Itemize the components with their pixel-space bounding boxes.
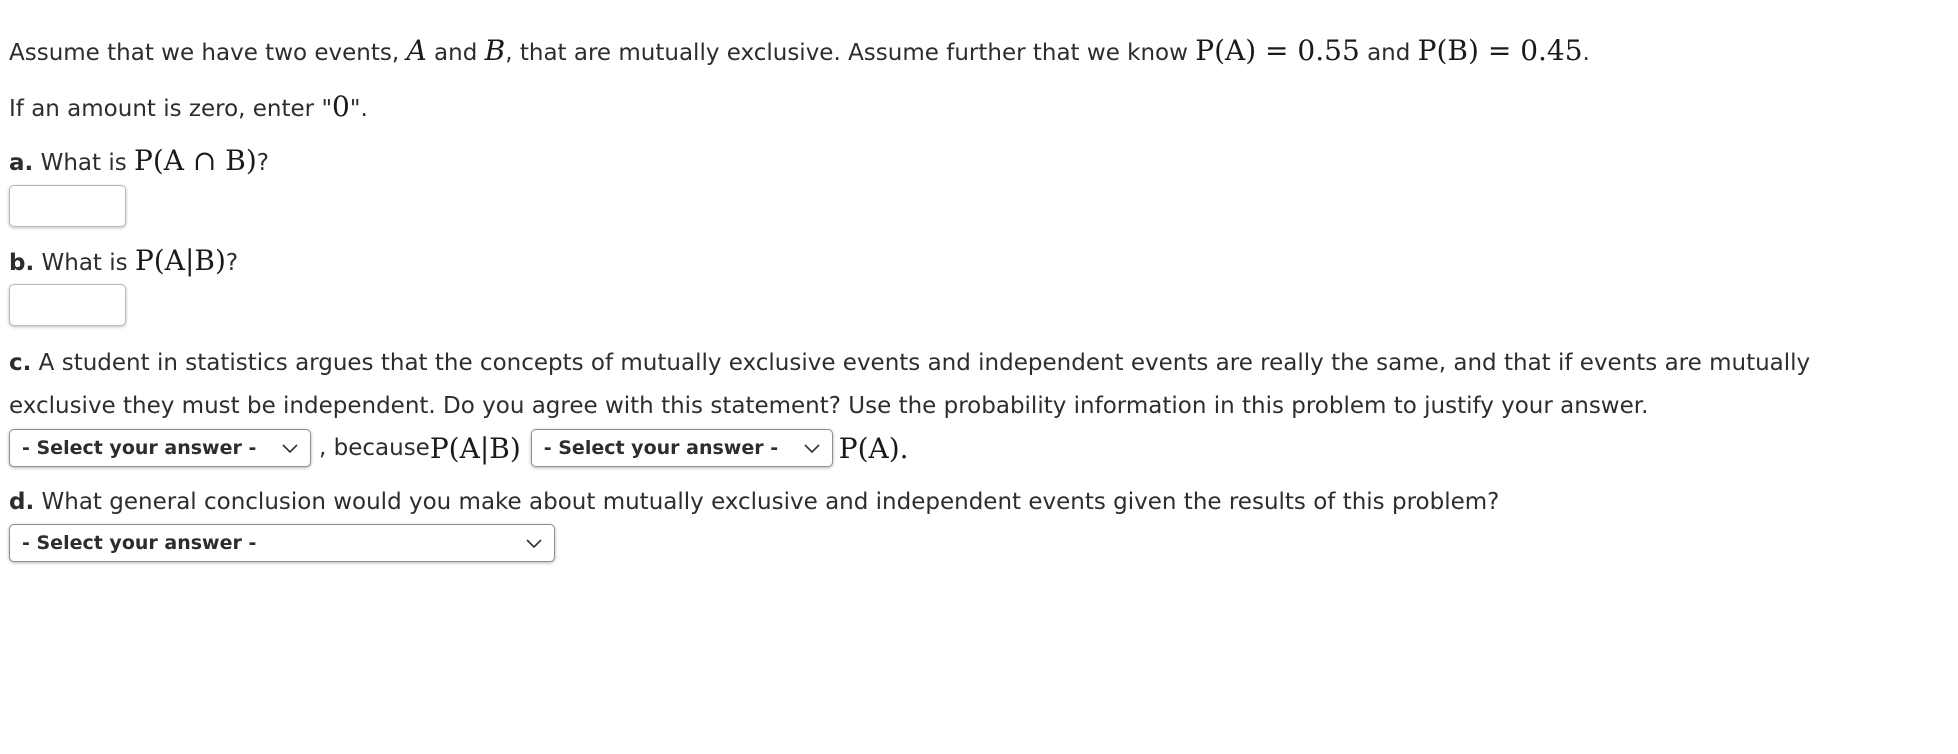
comparison-select[interactable]: - Select your answer - [530, 429, 833, 467]
chevron-down-icon [282, 444, 298, 454]
question-c-answer-row: - Select your answer - , because P(A|B) … [9, 428, 909, 468]
zero-symbol: 0 [332, 90, 350, 123]
comparison-select-value: - Select your answer - [543, 437, 779, 459]
question-b-label: b. [9, 250, 35, 276]
conditional-probability-expression: P(A|B) [429, 431, 521, 465]
because-text: , because [319, 435, 430, 461]
question-b-expression: P(A|B) [134, 244, 226, 277]
pa-expression: P(A) = 0.55 [1195, 34, 1360, 67]
question-b: b. What is P(A|B)? [9, 246, 238, 278]
intro-and2-text: and [1359, 40, 1418, 66]
intro-and-text: and [426, 40, 485, 66]
agree-select[interactable]: - Select your answer - [9, 429, 311, 467]
problem-intro: Assume that we have two events, A and B,… [9, 36, 1590, 68]
question-c-text-line2: exclusive they must be independent. Do y… [9, 393, 1649, 419]
question-d: d. What general conclusion would you mak… [9, 487, 1499, 517]
event-b-symbol: B [484, 34, 506, 67]
chevron-down-icon [526, 539, 542, 549]
question-d-text: What general conclusion would you make a… [34, 489, 1500, 515]
question-c-line1: c. A student in statistics argues that t… [9, 348, 1810, 378]
conclusion-select-value: - Select your answer - [22, 532, 257, 554]
conclusion-select[interactable]: - Select your answer - [9, 524, 555, 562]
zero-instruction: If an amount is zero, enter "0". [9, 92, 368, 124]
question-a: a. What is P(A ∩ B)? [9, 146, 269, 178]
question-a-end: ? [256, 150, 269, 176]
answer-a-input[interactable] [9, 185, 126, 227]
question-a-text: What is [33, 150, 135, 176]
intro-period: . [1582, 40, 1590, 66]
zero-note-text: If an amount is zero, enter " [9, 96, 333, 122]
question-c-text-line1: A student in statistics argues that the … [31, 350, 1811, 376]
question-b-end: ? [225, 250, 239, 276]
answer-b-input[interactable] [9, 284, 126, 326]
intro-text: Assume that we have two events, [9, 40, 407, 66]
zero-note-end: ". [349, 96, 368, 122]
event-a-symbol: A [406, 34, 427, 67]
question-d-label: d. [9, 489, 35, 515]
intro-mutually-exclusive-text: , that are mutually exclusive. Assume fu… [505, 40, 1196, 66]
question-a-label: a. [9, 150, 34, 176]
question-c-line2: exclusive they must be independent. Do y… [9, 391, 1648, 421]
agree-select-value: - Select your answer - [22, 437, 257, 459]
pb-expression: P(B) = 0.45 [1417, 34, 1583, 67]
question-a-expression: P(A ∩ B) [134, 144, 257, 177]
question-b-text: What is [34, 250, 135, 276]
chevron-down-icon [804, 444, 820, 454]
pa-expression-end: P(A). [838, 431, 909, 465]
question-c-label: c. [9, 350, 32, 376]
